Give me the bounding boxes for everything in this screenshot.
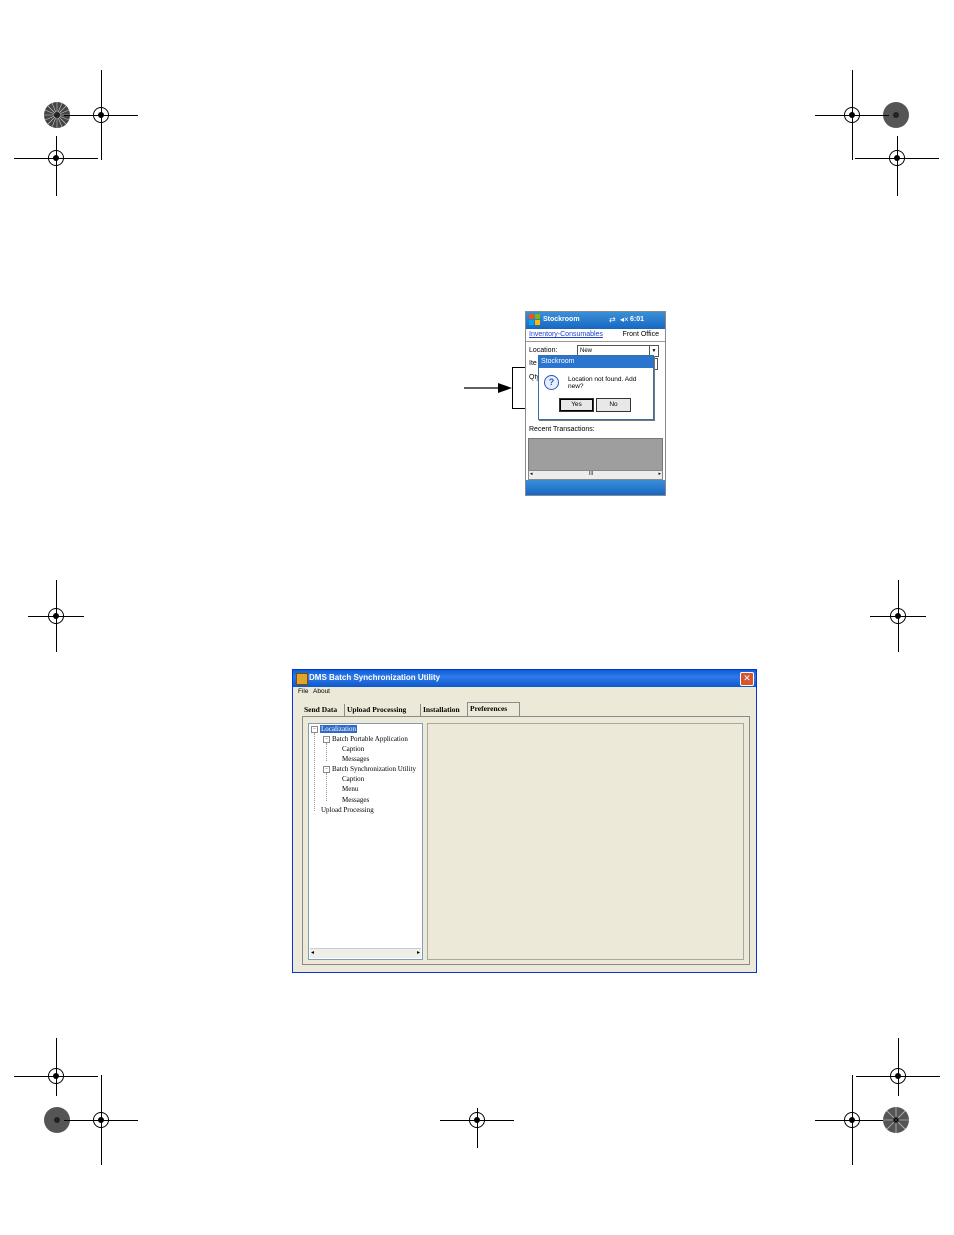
preferences-detail-pane [427,723,744,960]
collapse-icon[interactable]: − [323,766,330,773]
tree-horizontal-scrollbar[interactable]: ◂ ▸ [310,948,421,958]
tree-node-upload-processing[interactable]: Upload Processing [321,806,374,815]
pocketpc-screen: Stockroom ⇄ ◂× 6:01 Inventory-Consumable… [525,311,666,496]
inventory-consumables-link[interactable]: Inventory-Consumables [529,331,603,338]
collapse-icon[interactable]: − [311,726,318,733]
question-icon: ? [544,375,559,390]
pda-title-bar: Stockroom ⇄ ◂× 6:01 [526,312,665,329]
tree-node-caption[interactable]: Caption [342,775,364,784]
scroll-right-icon[interactable]: ▸ [417,949,420,956]
tab-installation[interactable]: Installation [421,704,468,716]
sync-icon[interactable]: ⇄ [609,315,616,324]
scroll-thumb[interactable]: III [589,471,593,477]
tree-guide [326,743,327,761]
window-title: DMS Batch Synchronization Utility [309,673,441,682]
pda-menu-bar[interactable] [526,480,665,495]
scroll-right-icon[interactable]: ▸ [658,471,661,477]
tree-node-caption[interactable]: Caption [342,745,364,754]
pda-app-title: Stockroom [543,316,580,323]
menu-file[interactable]: File [298,688,308,695]
dms-batch-sync-window: DMS Batch Synchronization Utility ✕ File… [292,669,757,973]
office-label: Front Office [622,331,659,338]
tree-node-messages[interactable]: Messages [342,796,369,805]
divider [526,341,665,342]
callout-arrow-icon [464,381,512,399]
menu-bar: File About [293,687,756,698]
no-button[interactable]: No [596,398,631,412]
horizontal-scrollbar[interactable]: ◂ III ▸ [528,470,663,480]
windows-start-icon[interactable] [529,314,540,325]
tab-upload-processing[interactable]: Upload Processing [345,704,421,716]
localization-tree[interactable]: − Localization − Batch Portable Applicat… [308,723,423,960]
registration-sunburst-icon [882,1106,910,1139]
app-icon [296,673,308,685]
location-label: Location: [529,347,558,354]
clock-time[interactable]: 6:01 [630,316,644,323]
recent-transactions-label: Recent Transactions: [529,426,595,433]
collapse-icon[interactable]: − [323,736,330,743]
location-not-found-dialog: Stockroom ? Location not found. Add new?… [538,355,654,420]
item-label: Ite [529,360,537,367]
close-icon[interactable]: ✕ [740,672,754,686]
tree-guide [314,733,315,811]
tree-node-label: Localization [320,725,357,733]
registration-sunburst-icon [43,101,71,134]
speaker-icon[interactable]: ◂× [620,315,629,324]
tree-node-messages[interactable]: Messages [342,755,369,764]
tree-node-menu[interactable]: Menu [342,785,358,794]
tree-node-batch-portable-app[interactable]: Batch Portable Application [332,735,408,744]
menu-about[interactable]: About [313,688,330,695]
yes-button[interactable]: Yes [559,398,594,412]
tree-node-localization[interactable]: Localization [320,725,357,734]
registration-sunburst-icon [43,1106,71,1139]
dialog-title: Stockroom [541,358,575,365]
tab-send-data[interactable]: Send Data [302,704,345,716]
window-title-bar[interactable]: DMS Batch Synchronization Utility ✕ [293,670,756,687]
dialog-title-bar: Stockroom [539,356,653,368]
tab-preferences[interactable]: Preferences [467,702,520,717]
registration-sunburst-icon [882,101,910,134]
tree-node-batch-sync-utility[interactable]: Batch Synchronization Utility [332,765,416,774]
tree-guide [326,773,327,801]
dialog-message: Location not found. Add new? [568,376,637,390]
scroll-left-icon[interactable]: ◂ [530,471,533,477]
scroll-left-icon[interactable]: ◂ [311,949,314,956]
